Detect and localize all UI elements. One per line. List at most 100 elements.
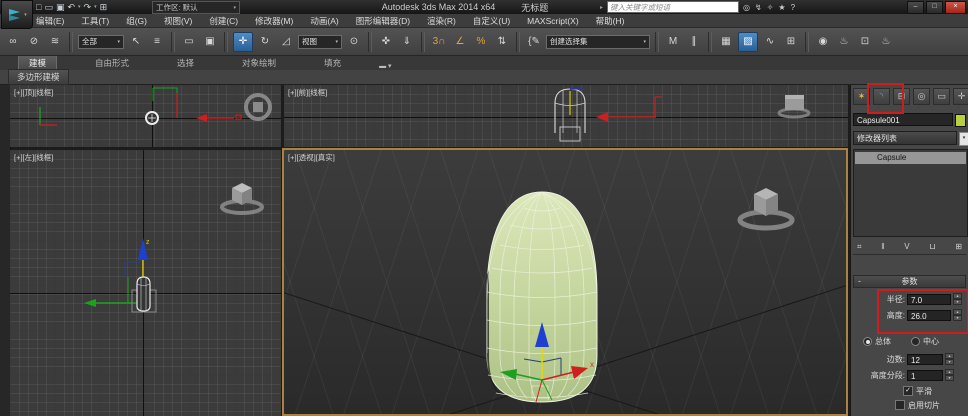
edit-named-selection-sets-button[interactable]: {✎: [525, 33, 543, 51]
material-editor-button[interactable]: ◉: [814, 33, 832, 51]
rectangular-selection-region-button[interactable]: ▭: [180, 33, 198, 51]
minimize-button[interactable]: –: [907, 1, 924, 14]
communication-center-button[interactable]: ✧: [767, 3, 774, 12]
menu-rendering[interactable]: 渲染(R): [427, 15, 456, 27]
select-by-name-button[interactable]: ≡: [148, 33, 166, 51]
bind-to-space-warp-button[interactable]: ≋: [46, 33, 64, 51]
modifier-stack[interactable]: Capsule: [853, 149, 968, 237]
ribbon-tab-freeform[interactable]: 自由形式: [85, 56, 139, 70]
viewport-top[interactable]: [+][顶][线框]: [10, 85, 281, 147]
undo-button[interactable]: ↶: [67, 2, 75, 12]
window-crossing-toggle[interactable]: ▣: [201, 33, 219, 51]
open-file-button[interactable]: ▭: [44, 2, 53, 12]
search-expand-icon[interactable]: ▸: [600, 4, 603, 11]
undo-history-caret[interactable]: ▾: [78, 4, 81, 10]
center-radio[interactable]: 中心: [911, 336, 939, 347]
object-color-swatch[interactable]: [955, 114, 966, 127]
viewport-left[interactable]: [+][左][线框] z: [10, 150, 281, 416]
unlink-selection-button[interactable]: ⊘: [25, 33, 43, 51]
viewcube[interactable]: [246, 95, 270, 119]
mirror-button[interactable]: M: [664, 33, 682, 51]
restore-button[interactable]: □: [926, 1, 943, 14]
menu-graph-editors[interactable]: 图形编辑器(D): [356, 15, 410, 27]
selection-filter-dropdown[interactable]: 全部▾: [78, 35, 124, 49]
save-file-button[interactable]: ▣: [56, 2, 65, 12]
configure-modifier-sets-button[interactable]: ⊞: [955, 242, 962, 251]
graphite-modeling-tools-toggle[interactable]: ▨: [738, 32, 758, 52]
menu-animation[interactable]: 动画(A): [310, 15, 338, 27]
ribbon-tab-modeling[interactable]: 建模: [18, 55, 57, 70]
move-gizmo[interactable]: [153, 88, 241, 122]
viewport-perspective[interactable]: [+][透视][真实]: [282, 148, 848, 416]
project-folder-button[interactable]: ⊞: [100, 2, 108, 12]
menu-customize[interactable]: 自定义(U): [473, 15, 510, 27]
menu-tools[interactable]: 工具(T): [81, 15, 109, 27]
ribbon-tab-selection[interactable]: 选择: [167, 56, 204, 70]
menu-views[interactable]: 视图(V): [164, 15, 192, 27]
select-and-manipulate-button[interactable]: ✜: [377, 33, 395, 51]
ribbon-tab-object-paint[interactable]: 对象绘制: [232, 56, 286, 70]
keyboard-shortcut-override-toggle[interactable]: ⇓: [398, 33, 416, 51]
viewport-top-label[interactable]: [+][顶][线框]: [14, 87, 53, 98]
capsule-object-top-view[interactable]: [146, 112, 158, 124]
favorites-star-button[interactable]: ★: [778, 3, 785, 12]
remove-modifier-button[interactable]: ⊔: [929, 242, 935, 251]
render-production-button[interactable]: ♨: [877, 33, 895, 51]
viewcube[interactable]: [779, 95, 809, 117]
viewport-front-label[interactable]: [+][前][线框]: [288, 87, 327, 98]
angle-snap-toggle[interactable]: ∠: [451, 33, 469, 51]
menu-create[interactable]: 创建(C): [209, 15, 238, 27]
named-selection-sets-dropdown[interactable]: 创建选择集▾: [546, 35, 650, 49]
modifier-stack-item[interactable]: Capsule: [855, 152, 966, 164]
redo-history-caret[interactable]: ▾: [94, 4, 97, 10]
modifier-list-caret[interactable]: ▾: [959, 132, 968, 146]
sides-spinner[interactable]: ▴▾: [945, 353, 954, 365]
align-button[interactable]: ∥: [685, 33, 703, 51]
height-segments-field[interactable]: 1: [907, 370, 943, 381]
spinner-down-icon[interactable]: ▾: [945, 359, 954, 365]
select-object-button[interactable]: ↖: [127, 33, 145, 51]
reference-coordinate-system-dropdown[interactable]: 视图▾: [298, 35, 342, 49]
infocenter-search-input[interactable]: [607, 1, 739, 13]
ribbon-minimize-button[interactable]: ▬ ▾: [379, 62, 391, 70]
select-and-scale-button[interactable]: ◿: [277, 33, 295, 51]
tab-motion[interactable]: ◎: [913, 88, 930, 105]
schematic-view-button[interactable]: ⊞: [782, 33, 800, 51]
overall-radio[interactable]: 总体: [863, 336, 891, 347]
menu-maxscript[interactable]: MAXScript(X): [527, 16, 578, 26]
make-unique-button[interactable]: V: [904, 242, 909, 251]
parameters-rollout-header[interactable]: - 参数: [853, 275, 966, 288]
search-binoculars-button[interactable]: ◎: [743, 3, 750, 12]
rendered-frame-window-button[interactable]: ⊡: [856, 33, 874, 51]
help-button[interactable]: ?: [791, 3, 795, 12]
pin-stack-button[interactable]: ⌗: [857, 242, 862, 252]
menu-group[interactable]: 组(G): [126, 15, 147, 27]
use-pivot-point-center-button[interactable]: ⊙: [345, 33, 363, 51]
rollout-collapse-icon[interactable]: -: [858, 276, 861, 286]
viewport-perspective-label[interactable]: [+][透视][真实]: [288, 152, 335, 163]
viewcube[interactable]: [222, 183, 262, 213]
sides-field[interactable]: 12: [907, 354, 943, 365]
height-segments-spinner[interactable]: ▴▾: [945, 369, 954, 381]
curve-editor-button[interactable]: ∿: [761, 33, 779, 51]
menu-modifiers[interactable]: 修改器(M): [255, 15, 293, 27]
manage-layers-button[interactable]: ▦: [717, 33, 735, 51]
subscription-wrench-button[interactable]: ↯: [755, 3, 762, 12]
modifier-list-dropdown[interactable]: 修改器列表: [853, 131, 957, 145]
capsule-object-left-view[interactable]: [132, 277, 156, 312]
move-gizmo[interactable]: [570, 89, 662, 122]
viewport-left-label[interactable]: [+][左][线框]: [14, 152, 53, 163]
app-button[interactable]: ▾: [1, 0, 33, 29]
menu-edit[interactable]: 编辑(E): [36, 15, 64, 27]
select-and-move-button[interactable]: ✛: [233, 32, 253, 52]
object-name-field[interactable]: Capsule001: [853, 113, 953, 126]
tab-display[interactable]: ▭: [933, 88, 950, 105]
spinner-down-icon[interactable]: ▾: [945, 375, 954, 381]
render-setup-button[interactable]: ♨: [835, 33, 853, 51]
ribbon-tab-populate[interactable]: 填充: [314, 56, 351, 70]
redo-button[interactable]: ↷: [84, 2, 92, 12]
close-button[interactable]: ×: [945, 1, 966, 14]
select-and-link-button[interactable]: ∞: [4, 33, 22, 51]
new-scene-button[interactable]: □: [36, 2, 41, 12]
spinner-snap-toggle[interactable]: ⇅: [493, 33, 511, 51]
